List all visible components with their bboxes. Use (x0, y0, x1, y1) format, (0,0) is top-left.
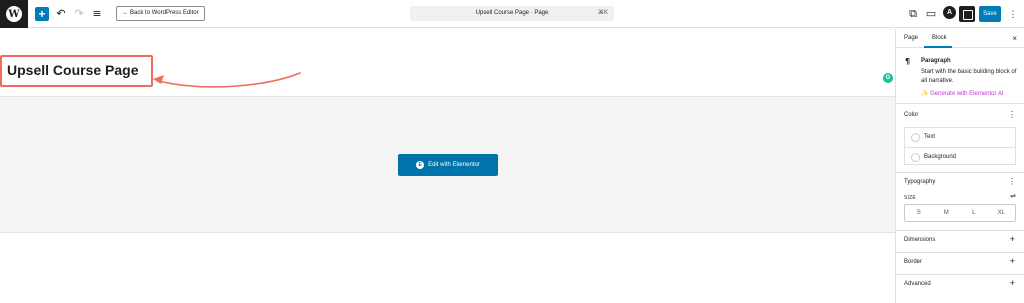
tab-block[interactable]: Block (924, 29, 952, 48)
color-options-icon[interactable]: ⋮ (1008, 110, 1016, 119)
divider (896, 252, 1024, 253)
divider (896, 274, 1024, 275)
advanced-expand-icon[interactable]: + (1010, 278, 1015, 288)
sidebar-tabs: Page Block × (896, 29, 1024, 48)
dimensions-add-icon[interactable]: + (1010, 234, 1015, 244)
annotation-arrow (153, 72, 301, 88)
page-title-highlight: Upsell Course Page (0, 55, 153, 87)
custom-size-icon[interactable]: ⇌ (1010, 192, 1016, 200)
edit-with-elementor-button[interactable]: E Edit with Elementor (398, 154, 498, 176)
astra-settings-icon[interactable]: A (943, 6, 956, 19)
grammarly-icon[interactable]: G (883, 73, 893, 83)
border-add-icon[interactable]: + (1010, 256, 1015, 266)
options-menu-icon[interactable]: ⋮ (1008, 6, 1018, 22)
color-background-item[interactable]: Background (905, 147, 1015, 166)
text-color-swatch (911, 133, 920, 142)
page-title[interactable]: Upsell Course Page (7, 62, 139, 78)
settings-panel-toggle-icon[interactable] (959, 6, 975, 22)
block-card: ¶ Paragraph Start with the basic buildin… (896, 49, 1024, 104)
wordpress-icon: W (6, 6, 22, 22)
paragraph-icon: ¶ (905, 57, 911, 66)
typography-options-icon[interactable]: ⋮ (1008, 177, 1016, 186)
editor-canvas: Upsell Course Page G E Edit with Element… (0, 29, 895, 303)
font-size-picker: S M L XL (904, 204, 1016, 222)
block-name: Paragraph (921, 58, 951, 64)
typography-panel-title[interactable]: Typography (904, 179, 935, 185)
back-to-wordpress-editor-button[interactable]: ← Back to WordPress Editor (116, 6, 205, 21)
elementor-placeholder: E Edit with Elementor (0, 96, 895, 233)
preview-device-icon[interactable]: ▭ (924, 6, 938, 22)
generate-with-elementor-ai-link[interactable]: ✨ Generate with Elementor AI (921, 90, 1004, 97)
document-title: Upsell Course Page · Page (475, 10, 549, 16)
size-option-xl[interactable]: XL (988, 205, 1016, 221)
divider (896, 230, 1024, 231)
color-text-item[interactable]: Text (905, 128, 1015, 147)
command-shortcut: ⌘K (597, 10, 608, 16)
save-button[interactable]: Save (979, 6, 1001, 22)
close-icon[interactable]: × (1012, 29, 1017, 48)
settings-sidebar: Page Block × ¶ Paragraph Start with the … (895, 29, 1024, 303)
size-label: SIZE (904, 195, 916, 201)
wordpress-logo-button[interactable]: W (0, 0, 28, 28)
view-page-icon[interactable]: ⧉ (906, 6, 920, 22)
size-option-s[interactable]: S (905, 205, 933, 221)
undo-icon[interactable]: ↶ (54, 6, 68, 22)
border-panel-title[interactable]: Border (904, 259, 922, 265)
divider (896, 172, 1024, 173)
elementor-icon: E (416, 161, 425, 169)
block-description: Start with the basic building block of a… (921, 69, 1017, 84)
document-bar[interactable]: Upsell Course Page · Page ⌘K (410, 6, 614, 21)
background-color-swatch (911, 153, 920, 162)
edit-with-elementor-label: Edit with Elementor (428, 162, 480, 168)
editor-toolbar: W + ↶ ↷ ≡ ← Back to WordPress Editor Ups… (0, 0, 1024, 28)
color-settings-list: Text Background (904, 127, 1016, 165)
color-panel-title[interactable]: Color (904, 112, 918, 118)
size-option-m[interactable]: M (933, 205, 961, 221)
redo-icon[interactable]: ↷ (72, 6, 86, 22)
size-option-l[interactable]: L (960, 205, 988, 221)
add-block-button[interactable]: + (35, 7, 49, 21)
color-item-label: Background (924, 154, 957, 160)
dimensions-panel-title[interactable]: Dimensions (904, 237, 935, 243)
advanced-panel-title[interactable]: Advanced (904, 281, 931, 287)
tab-page[interactable]: Page (904, 29, 918, 48)
color-item-label: Text (924, 134, 936, 140)
list-view-icon[interactable]: ≡ (90, 6, 104, 22)
